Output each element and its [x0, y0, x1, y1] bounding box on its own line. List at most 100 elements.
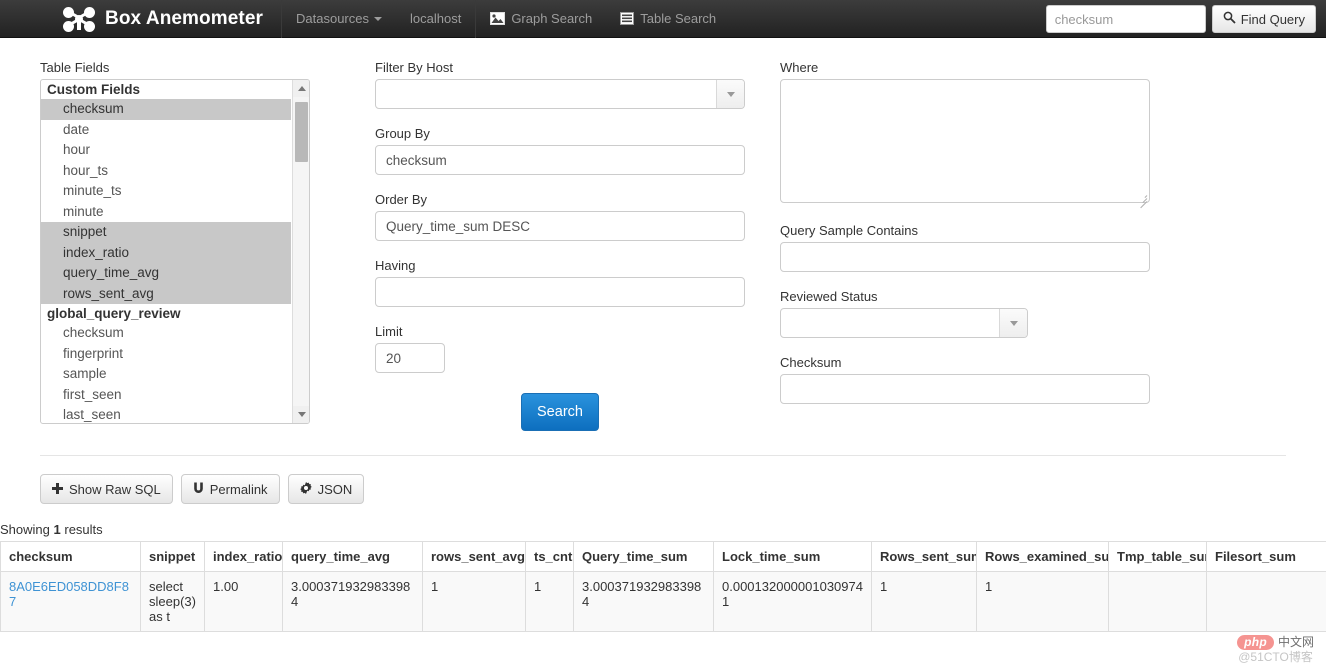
json-button[interactable]: JSON	[287, 474, 365, 504]
nav-item-datasources[interactable]: Datasources	[282, 0, 396, 38]
column-header-rows-sent-sum[interactable]: Rows_sent_sum	[871, 541, 977, 572]
listbox-option[interactable]: last_seen	[41, 405, 291, 423]
nav-item-localhost[interactable]: localhost	[396, 0, 475, 38]
listbox-option[interactable]: first_seen	[41, 385, 291, 406]
brand[interactable]: Box Anemometer	[0, 0, 283, 38]
listbox-option[interactable]: minute_ts	[41, 181, 291, 202]
scroll-up-icon[interactable]	[293, 80, 309, 97]
column-header-ts-cnt[interactable]: ts_cnt	[525, 541, 574, 572]
showing-prefix: Showing	[0, 522, 50, 537]
search-input[interactable]	[1045, 5, 1206, 33]
table-row: 8A0E6ED058DD8F87 select sleep(3) as t 1.…	[0, 571, 1326, 632]
table-fields-list: Custom Fields checksum date hour hour_ts…	[41, 80, 291, 423]
column-header-query-time-avg[interactable]: query_time_avg	[282, 541, 423, 572]
search-button[interactable]: Search	[521, 393, 599, 431]
show-raw-sql-button[interactable]: Show Raw SQL	[40, 474, 173, 504]
cell-filesort-sum	[1206, 571, 1326, 632]
where-textarea[interactable]	[780, 79, 1150, 203]
limit-input[interactable]	[375, 343, 445, 373]
results-table: checksum snippet index_ratio query_time_…	[0, 541, 1326, 632]
having-input[interactable]	[375, 277, 745, 307]
cell-query-time-sum: 3.0003719329833984	[573, 571, 714, 632]
cell-ts-cnt: 1	[525, 571, 574, 632]
permalink-label: Permalink	[209, 481, 268, 497]
field-order-by: Order By	[375, 192, 745, 241]
navbar-search: Find Query	[1045, 5, 1316, 33]
listbox-scrollbar[interactable]	[292, 80, 309, 423]
query-form: Table Fields Custom Fields checksum date…	[40, 38, 1286, 431]
column-header-snippet[interactable]: snippet	[140, 541, 205, 572]
listbox-group-label: Custom Fields	[47, 82, 141, 97]
cell-rows-examined-sum: 1	[976, 571, 1109, 632]
cell-rows-sent-avg: 1	[422, 571, 526, 632]
listbox-option[interactable]: index_ratio	[41, 242, 291, 263]
column-header-rows-sent-avg[interactable]: rows_sent_avg	[422, 541, 526, 572]
watermark-cn: 中文网	[1277, 634, 1314, 649]
listbox-option[interactable]: snippet	[41, 222, 291, 243]
where-label: Where	[780, 60, 819, 75]
field-limit: Limit	[375, 324, 745, 373]
nav-item-table-search[interactable]: Table Search	[606, 0, 730, 38]
table-fields-label: Table Fields	[40, 60, 110, 75]
cell-rows-sent-sum: 1	[871, 571, 977, 632]
cell-lock-time-sum: 0.0001320000010309741	[713, 571, 872, 632]
nav-item-graph-search[interactable]: Graph Search	[476, 0, 606, 38]
table-icon	[620, 12, 635, 25]
filter-by-host-value	[376, 80, 716, 108]
listbox-option[interactable]: checksum	[41, 99, 291, 120]
search-icon	[1223, 11, 1236, 27]
scrollbar-thumb[interactable]	[295, 102, 308, 162]
table-fields-listbox[interactable]: Custom Fields checksum date hour hour_ts…	[40, 79, 310, 424]
query-sample-contains-label: Query Sample Contains	[780, 223, 919, 238]
column-header-tmp-table-sum[interactable]: Tmp_table_sum	[1108, 541, 1207, 572]
chevron-down-icon[interactable]	[999, 309, 1027, 337]
watermark-blog: @51CTO博客	[1238, 649, 1313, 664]
nav-item-label: Table Search	[640, 11, 717, 26]
cell-checksum: 8A0E6ED058DD8F87	[0, 571, 141, 632]
listbox-option[interactable]: minute	[41, 202, 291, 223]
watermark: php 中文网 @51CTO博客	[1237, 634, 1314, 664]
reviewed-status-select[interactable]	[780, 308, 1028, 338]
show-raw-sql-label: Show Raw SQL	[69, 481, 161, 497]
column-header-filesort-sum[interactable]: Filesort_sum	[1206, 541, 1326, 572]
listbox-option[interactable]: fingerprint	[41, 344, 291, 365]
nav-item-label: Datasources	[296, 11, 369, 26]
order-by-input[interactable]	[375, 211, 745, 241]
main-container: Table Fields Custom Fields checksum date…	[0, 38, 1326, 504]
query-sample-contains-input[interactable]	[780, 242, 1150, 272]
column-header-index-ratio[interactable]: index_ratio	[204, 541, 283, 572]
magnet-icon	[193, 482, 204, 497]
limit-label: Limit	[375, 324, 403, 339]
checksum-input[interactable]	[780, 374, 1150, 404]
cell-index-ratio: 1.00	[204, 571, 283, 632]
column-query-options: Filter By Host Group By Order By Having …	[340, 60, 745, 431]
permalink-button[interactable]: Permalink	[180, 474, 280, 504]
order-by-label: Order By	[375, 192, 428, 207]
column-header-checksum[interactable]: checksum	[0, 541, 141, 572]
column-header-query-time-sum[interactable]: Query_time_sum	[573, 541, 714, 572]
showing-suffix: results	[64, 522, 103, 537]
anemometer-icon	[62, 6, 96, 32]
chevron-down-icon	[374, 16, 382, 21]
listbox-option[interactable]: query_time_avg	[41, 263, 291, 284]
listbox-option[interactable]: sample	[41, 364, 291, 385]
listbox-option[interactable]: hour_ts	[41, 161, 291, 182]
listbox-option[interactable]: hour	[41, 140, 291, 161]
scroll-down-icon[interactable]	[293, 406, 309, 423]
json-label: JSON	[317, 481, 353, 497]
listbox-option[interactable]: rows_sent_avg	[41, 283, 291, 304]
column-header-rows-examined-sum[interactable]: Rows_examined_sum	[976, 541, 1109, 572]
filter-by-host-select[interactable]	[375, 79, 745, 109]
checksum-link[interactable]: 8A0E6ED058DD8F87	[9, 579, 129, 609]
chevron-down-icon[interactable]	[716, 80, 744, 108]
field-reviewed-status: Reviewed Status	[780, 289, 1150, 338]
column-header-lock-time-sum[interactable]: Lock_time_sum	[713, 541, 872, 572]
brand-title: Box Anemometer	[105, 7, 264, 29]
find-query-button[interactable]: Find Query	[1211, 5, 1316, 33]
listbox-option[interactable]: date	[41, 120, 291, 141]
group-by-input[interactable]	[375, 145, 745, 175]
find-query-label: Find Query	[1240, 11, 1305, 27]
column-table-fields: Table Fields Custom Fields checksum date…	[40, 60, 340, 431]
field-where: Where	[780, 60, 1150, 209]
listbox-option[interactable]: checksum	[41, 323, 291, 344]
